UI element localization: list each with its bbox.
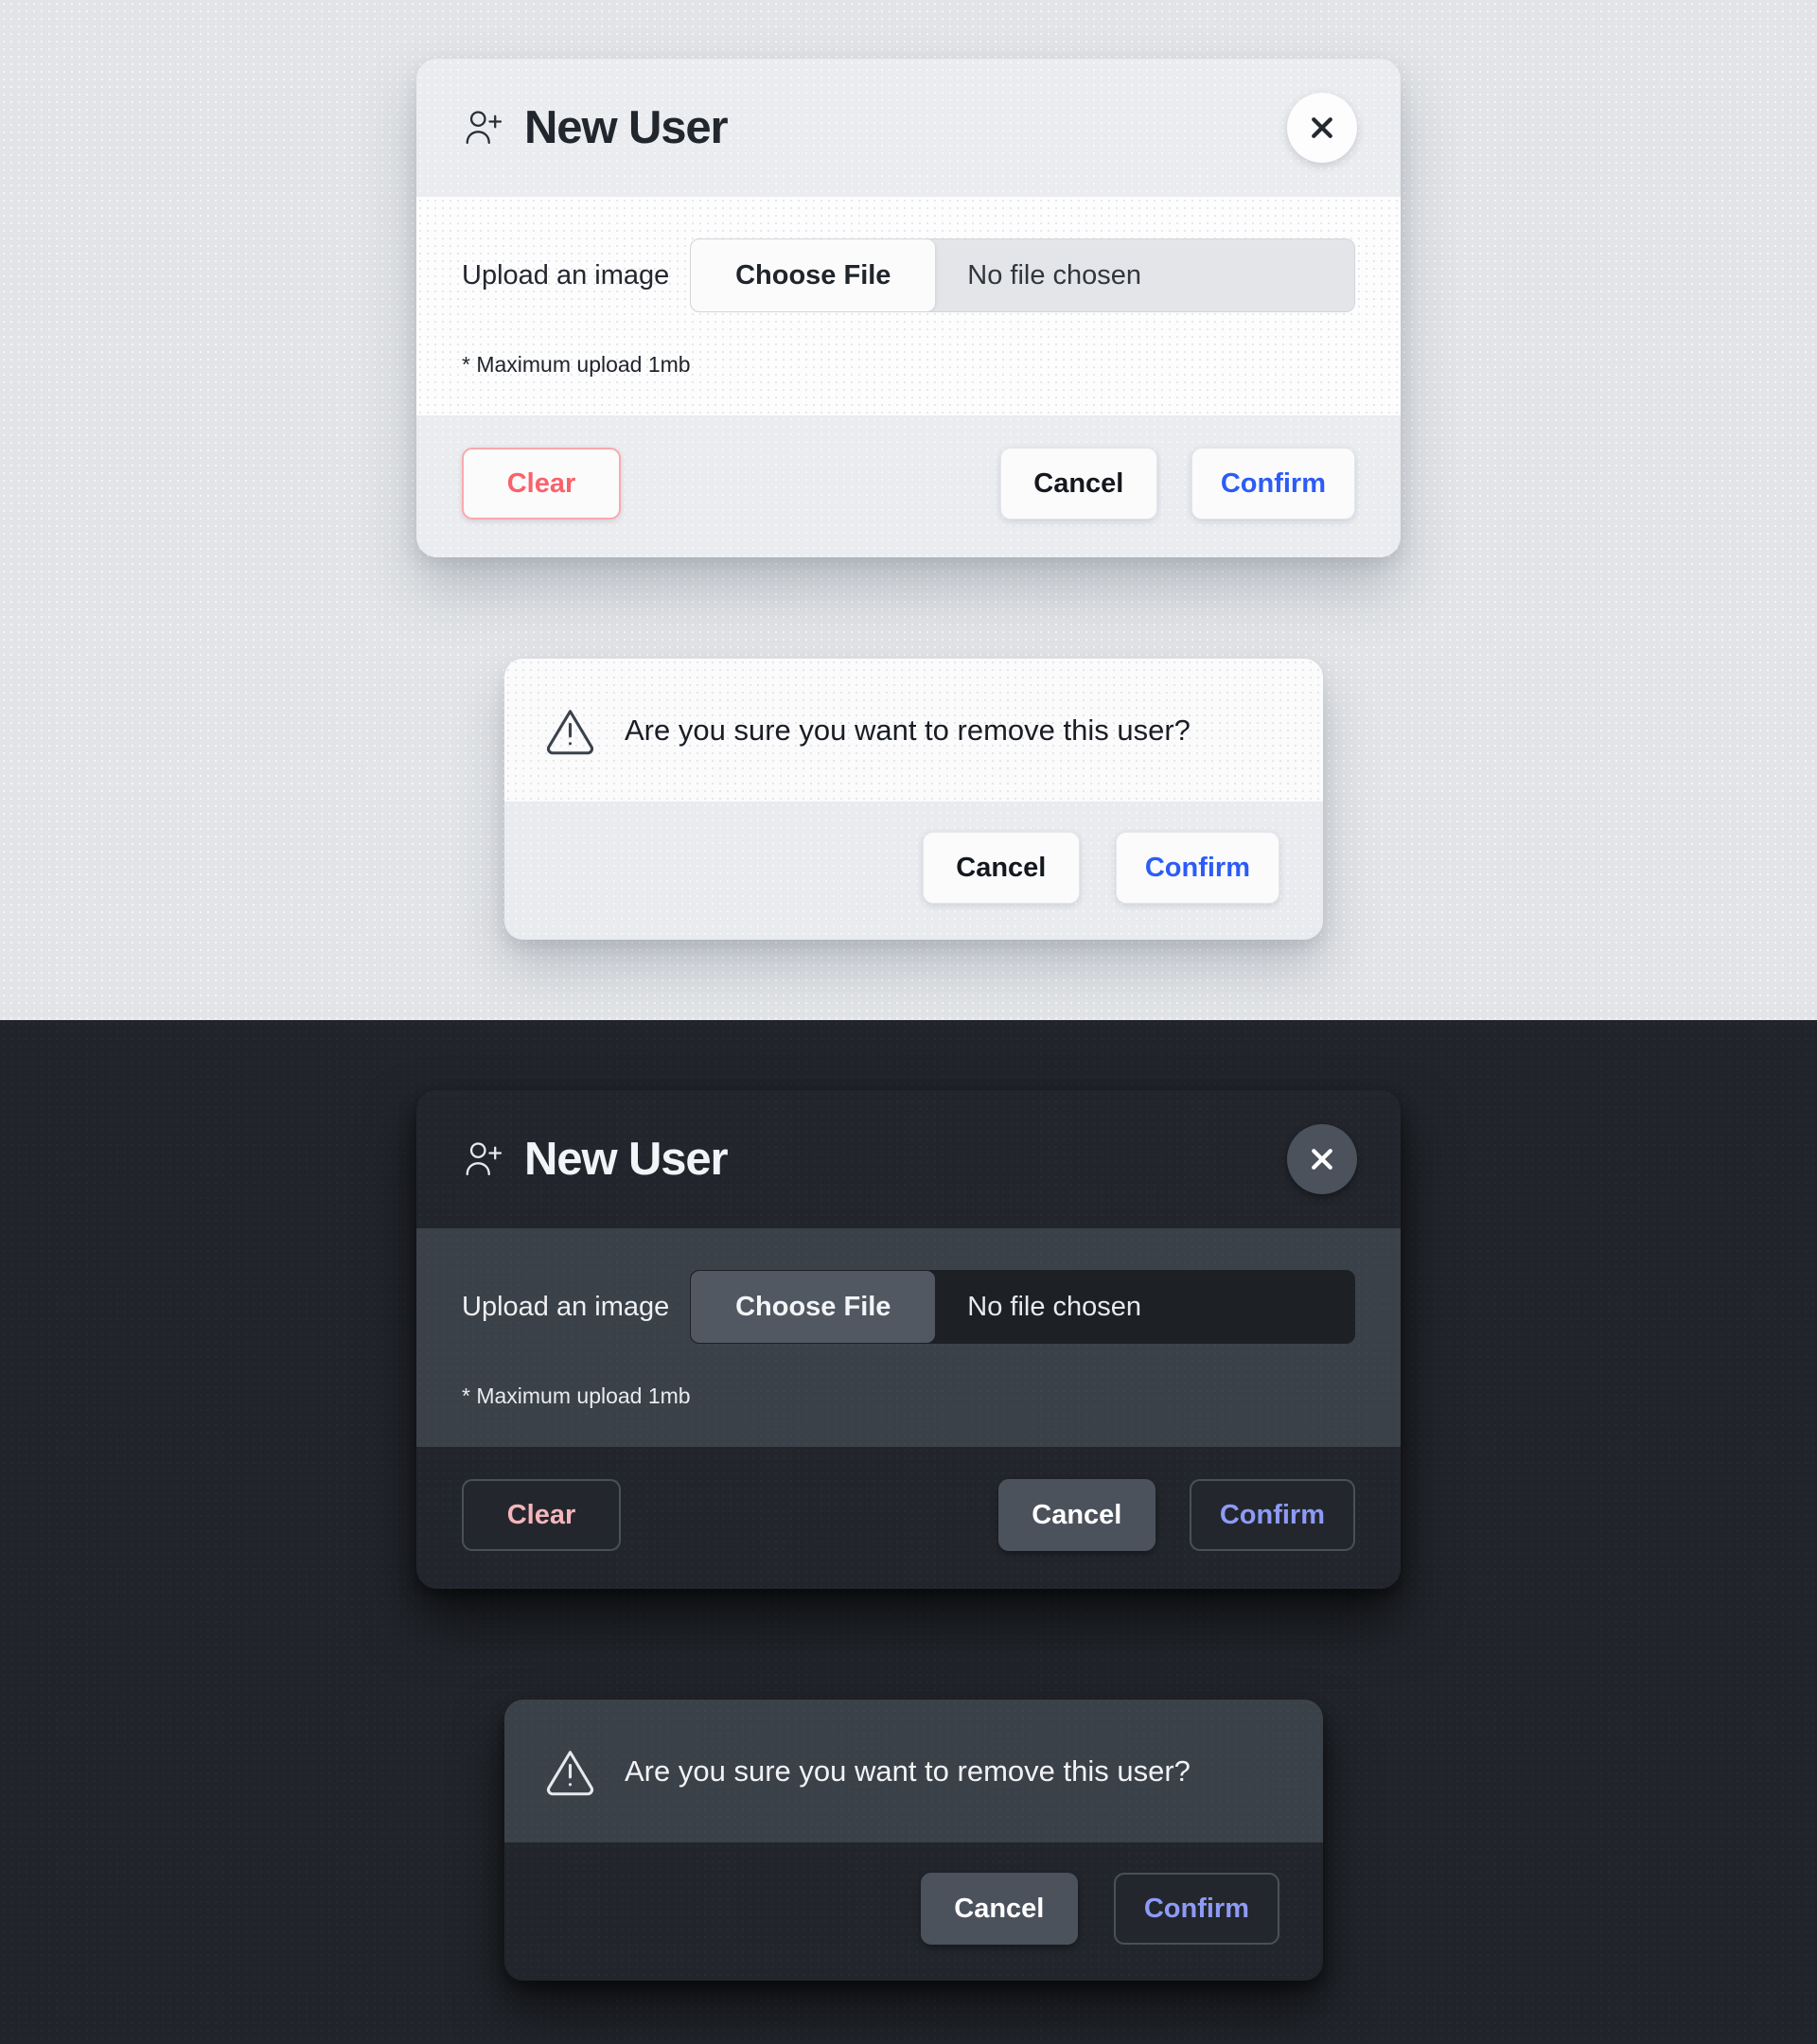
modal-header: New User	[416, 59, 1401, 197]
page-title: New User	[524, 101, 729, 153]
confirm-button[interactable]: Confirm	[1191, 448, 1355, 520]
dialog-footer: Cancel Confirm	[504, 1842, 1323, 1981]
new-user-modal-dark: New User Upload an image Choose File No …	[416, 1090, 1401, 1589]
close-button[interactable]	[1287, 1124, 1357, 1194]
modal-footer: Clear Cancel Confirm	[416, 415, 1401, 557]
upload-row: Upload an image Choose File No file chos…	[462, 1270, 1355, 1344]
upload-label: Upload an image	[462, 1291, 670, 1322]
dialog-body: Are you sure you want to remove this use…	[504, 1700, 1323, 1842]
dialog-confirm-button[interactable]: Confirm	[1115, 832, 1279, 904]
confirm-button[interactable]: Confirm	[1189, 1479, 1355, 1551]
dialog-cancel-button[interactable]: Cancel	[920, 1873, 1078, 1945]
close-button[interactable]	[1287, 93, 1357, 163]
clear-button[interactable]: Clear	[462, 448, 621, 520]
user-add-icon	[462, 106, 505, 150]
file-status-text: No file chosen	[967, 259, 1142, 291]
footer-actions: Cancel Confirm	[997, 1479, 1355, 1551]
dialog-cancel-button[interactable]: Cancel	[922, 832, 1080, 904]
remove-user-dialog-light: Are you sure you want to remove this use…	[504, 659, 1323, 940]
upload-note: * Maximum upload 1mb	[462, 352, 691, 377]
modal-body: Upload an image Choose File No file chos…	[416, 1228, 1401, 1447]
remove-user-dialog-dark: Are you sure you want to remove this use…	[504, 1700, 1323, 1981]
file-input[interactable]: Choose File No file chosen	[690, 238, 1355, 312]
cancel-button[interactable]: Cancel	[999, 448, 1157, 520]
file-status-text: No file chosen	[967, 1291, 1142, 1322]
modal-footer: Clear Cancel Confirm	[416, 1447, 1401, 1589]
upload-row: Upload an image Choose File No file chos…	[462, 238, 1355, 312]
user-add-icon	[462, 1137, 505, 1181]
upload-label: Upload an image	[462, 259, 670, 291]
modal-header-left: New User	[462, 1133, 729, 1185]
dialog-footer: Cancel Confirm	[504, 802, 1323, 940]
modal-body: Upload an image Choose File No file chos…	[416, 197, 1401, 415]
page-root: New User Upload an image Choose File No …	[0, 0, 1817, 2044]
light-theme-section: New User Upload an image Choose File No …	[0, 0, 1817, 1020]
clear-button[interactable]: Clear	[462, 1479, 621, 1551]
close-icon	[1312, 1149, 1332, 1170]
choose-file-button[interactable]: Choose File	[691, 239, 936, 311]
dialog-confirm-button[interactable]: Confirm	[1113, 1873, 1279, 1945]
warning-triangle-icon	[544, 704, 596, 756]
new-user-modal-light: New User Upload an image Choose File No …	[416, 59, 1401, 557]
dialog-body: Are you sure you want to remove this use…	[504, 659, 1323, 802]
upload-note: * Maximum upload 1mb	[462, 1383, 691, 1408]
warning-triangle-icon	[544, 1745, 596, 1797]
page-title: New User	[524, 1133, 729, 1185]
close-icon	[1312, 117, 1332, 138]
choose-file-button[interactable]: Choose File	[691, 1271, 936, 1343]
cancel-button[interactable]: Cancel	[997, 1479, 1155, 1551]
modal-header-left: New User	[462, 101, 729, 153]
file-input[interactable]: Choose File No file chosen	[690, 1270, 1355, 1344]
dialog-message: Are you sure you want to remove this use…	[625, 713, 1191, 747]
modal-header: New User	[416, 1090, 1401, 1228]
dialog-message: Are you sure you want to remove this use…	[625, 1753, 1191, 1788]
footer-actions: Cancel Confirm	[999, 448, 1355, 520]
